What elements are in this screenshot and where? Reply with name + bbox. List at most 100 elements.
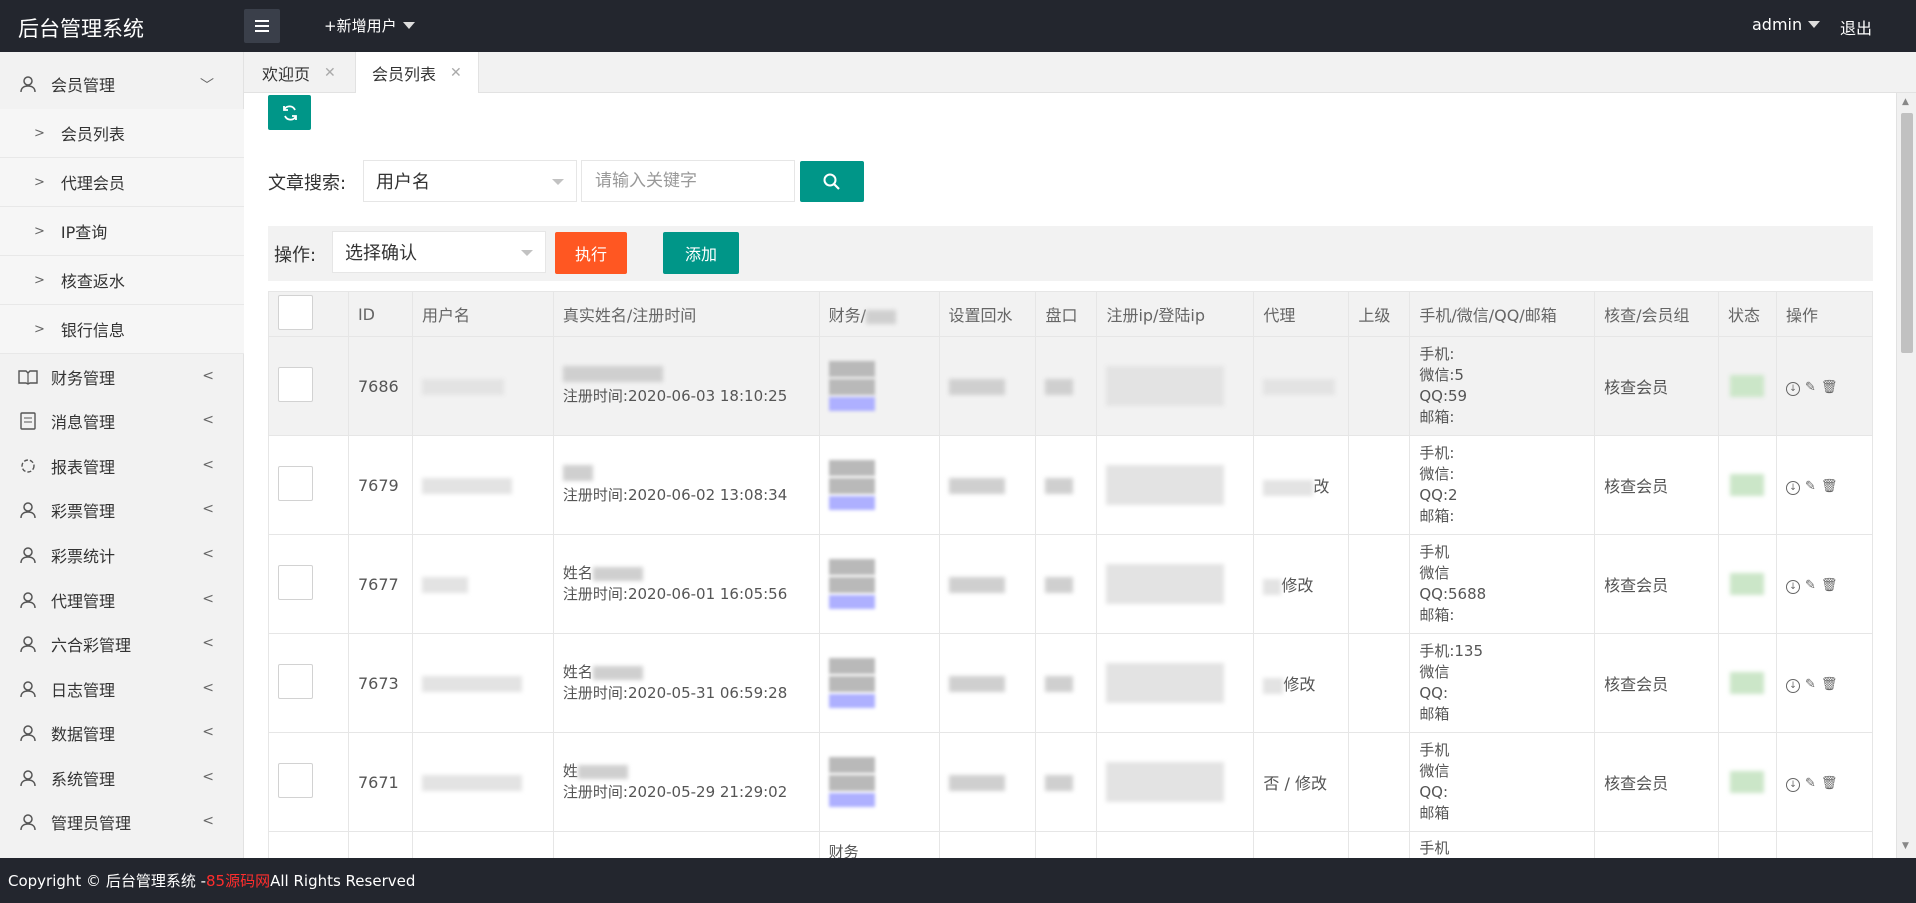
- finance-cell: [818, 633, 940, 733]
- sidebar-item-member-list[interactable]: > 会员列表: [0, 109, 244, 158]
- edit-icon[interactable]: ✎: [1805, 776, 1816, 791]
- sidebar-item-rebate-check[interactable]: > 核查返水: [0, 256, 244, 305]
- edit-icon[interactable]: ✎: [1805, 380, 1816, 395]
- sidebar-group-agent[interactable]: 代理管理 <: [0, 578, 244, 622]
- id-cell: [347, 831, 413, 858]
- delete-icon[interactable]: 🗑: [1821, 677, 1838, 692]
- select-all-checkbox[interactable]: [278, 294, 313, 330]
- status-badge[interactable]: [1730, 672, 1765, 694]
- redacted-block: [1263, 578, 1282, 595]
- id-cell: 7686: [347, 336, 413, 436]
- redacted-block: [592, 665, 643, 680]
- redacted-block: [1045, 577, 1074, 593]
- operation-select[interactable]: 选择确认: [332, 231, 546, 273]
- redacted-block: [1045, 478, 1074, 494]
- download-icon[interactable]: ↓: [1785, 679, 1800, 693]
- download-icon[interactable]: ↓: [1785, 382, 1800, 396]
- redacted-block: [828, 694, 875, 708]
- close-icon[interactable]: ✕: [450, 65, 462, 81]
- table-row[interactable]: 7671 姓注册时间:2020-05-29 21:29:02 否 / 修改 手机…: [268, 732, 1874, 832]
- scrollbar-thumb[interactable]: [1901, 113, 1913, 353]
- sidebar-group-admin[interactable]: 管理员管理 <: [0, 800, 244, 844]
- row-checkbox[interactable]: [278, 564, 313, 600]
- finance-cell: 财务: [818, 831, 940, 858]
- col-header: 真实姓名/注册时间: [552, 291, 820, 337]
- sidebar-group-data[interactable]: 数据管理 <: [0, 711, 244, 755]
- edit-icon[interactable]: ✎: [1805, 677, 1816, 692]
- download-icon[interactable]: ↓: [1785, 580, 1800, 594]
- sidebar-item-ip-query[interactable]: > IP查询: [0, 207, 244, 256]
- status-cell: [1718, 435, 1777, 535]
- status-badge[interactable]: [1730, 474, 1765, 496]
- tab-welcome[interactable]: 欢迎页 ✕: [246, 52, 352, 93]
- sidebar-group-log[interactable]: 日志管理 <: [0, 667, 244, 711]
- sidebar-item-bank-info[interactable]: > 银行信息: [0, 305, 244, 354]
- sidebar-group-label: 数据管理: [51, 725, 116, 744]
- search-button[interactable]: [800, 161, 864, 202]
- add-button[interactable]: 添加: [663, 232, 739, 274]
- row-checkbox[interactable]: [278, 762, 313, 798]
- table-row[interactable]: 7677 姓名 注册时间:2020-06-01 16:05:56 修改 手机 微信 Q…: [268, 534, 1874, 634]
- redacted-block: [948, 775, 1005, 791]
- col-header: 状态: [1718, 291, 1777, 337]
- sidebar-group-message[interactable]: 消息管理 <: [0, 399, 244, 443]
- sidebar-group-report[interactable]: 报表管理 <: [0, 444, 244, 488]
- chevron-down-icon: [521, 250, 533, 256]
- operation-bar: 操作: 选择确认 执行 添加: [268, 226, 1873, 281]
- scroll-up-icon[interactable]: ▲: [1902, 97, 1909, 107]
- delete-icon[interactable]: 🗑: [1821, 380, 1838, 395]
- row-checkbox[interactable]: [278, 465, 313, 501]
- sidebar-group-lottery[interactable]: 彩票管理 <: [0, 488, 244, 532]
- agent-cell[interactable]: 否 / 修改: [1253, 732, 1350, 832]
- user-icon: [18, 634, 38, 654]
- finance-cell: [818, 534, 940, 634]
- table-row[interactable]: 7686 注册时间:2020-06-03 18:10:25 手机: 微信:5 QQ:…: [268, 336, 1874, 436]
- menu-toggle-button[interactable]: [244, 9, 280, 43]
- row-checkbox[interactable]: [278, 366, 313, 402]
- sidebar-group-system[interactable]: 系统管理 <: [0, 756, 244, 800]
- sidebar-group-finance[interactable]: 财务管理 <: [0, 355, 244, 399]
- agent-text[interactable]: 修改: [1281, 576, 1313, 595]
- group-cell: 核查会员: [1594, 435, 1719, 535]
- handicap-cell: [1035, 831, 1098, 858]
- redacted-block: [1106, 366, 1225, 406]
- table-row[interactable]: 7673 姓名 注册时间:2020-05-31 06:59:28 修改 手机:13…: [268, 633, 1874, 733]
- download-icon[interactable]: ↓: [1785, 481, 1800, 495]
- download-icon[interactable]: ↓: [1785, 778, 1800, 792]
- agent-text[interactable]: 改: [1313, 477, 1329, 496]
- add-user-menu[interactable]: +新增用户: [324, 15, 415, 36]
- delete-icon[interactable]: 🗑: [1821, 479, 1838, 494]
- search-field-select[interactable]: 用户名: [363, 160, 577, 202]
- redacted-block: [948, 577, 1005, 593]
- username-cell: [411, 633, 554, 733]
- sidebar-group-member[interactable]: 会员管理 ﹀: [0, 62, 244, 106]
- sidebar-group-lottery-stats[interactable]: 彩票统计 <: [0, 533, 244, 577]
- user-menu[interactable]: admin: [1752, 15, 1821, 34]
- edit-icon[interactable]: ✎: [1805, 578, 1816, 593]
- table-row[interactable]: 财务 手机: [268, 831, 1874, 858]
- ip-cell: [1096, 633, 1255, 733]
- sidebar-group-mark-six[interactable]: 六合彩管理 <: [0, 622, 244, 666]
- refresh-button[interactable]: [268, 95, 311, 130]
- delete-icon[interactable]: 🗑: [1821, 776, 1838, 791]
- status-badge[interactable]: [1730, 375, 1765, 397]
- vertical-scrollbar[interactable]: ▲ ▼: [1896, 93, 1916, 858]
- scroll-down-icon[interactable]: ▼: [1902, 841, 1909, 851]
- search-input[interactable]: [581, 160, 795, 202]
- close-icon[interactable]: ✕: [324, 65, 336, 81]
- realname-cell: 注册时间:2020-06-03 18:10:25: [552, 336, 820, 436]
- logout-link[interactable]: 退出: [1840, 15, 1872, 39]
- tab-member-list[interactable]: 会员列表 ✕: [355, 52, 479, 94]
- agent-text[interactable]: 修改: [1283, 675, 1315, 694]
- status-badge[interactable]: [1730, 771, 1765, 793]
- status-badge[interactable]: [1730, 573, 1765, 595]
- execute-button[interactable]: 执行: [555, 232, 627, 274]
- row-checkbox[interactable]: [278, 663, 313, 699]
- footer-rights: All Rights Reserved: [270, 871, 416, 890]
- delete-icon[interactable]: 🗑: [1821, 578, 1838, 593]
- table-row[interactable]: 7679 注册时间:2020-06-02 13:08:34 改 手机: 微信: QQ…: [268, 435, 1874, 535]
- sidebar-item-agent-member[interactable]: > 代理会员: [0, 158, 244, 207]
- reg-time: 注册时间:2020-06-01 16:05:56: [562, 585, 788, 603]
- edit-icon[interactable]: ✎: [1805, 479, 1816, 494]
- footer-site-link[interactable]: 85源码网: [206, 870, 270, 891]
